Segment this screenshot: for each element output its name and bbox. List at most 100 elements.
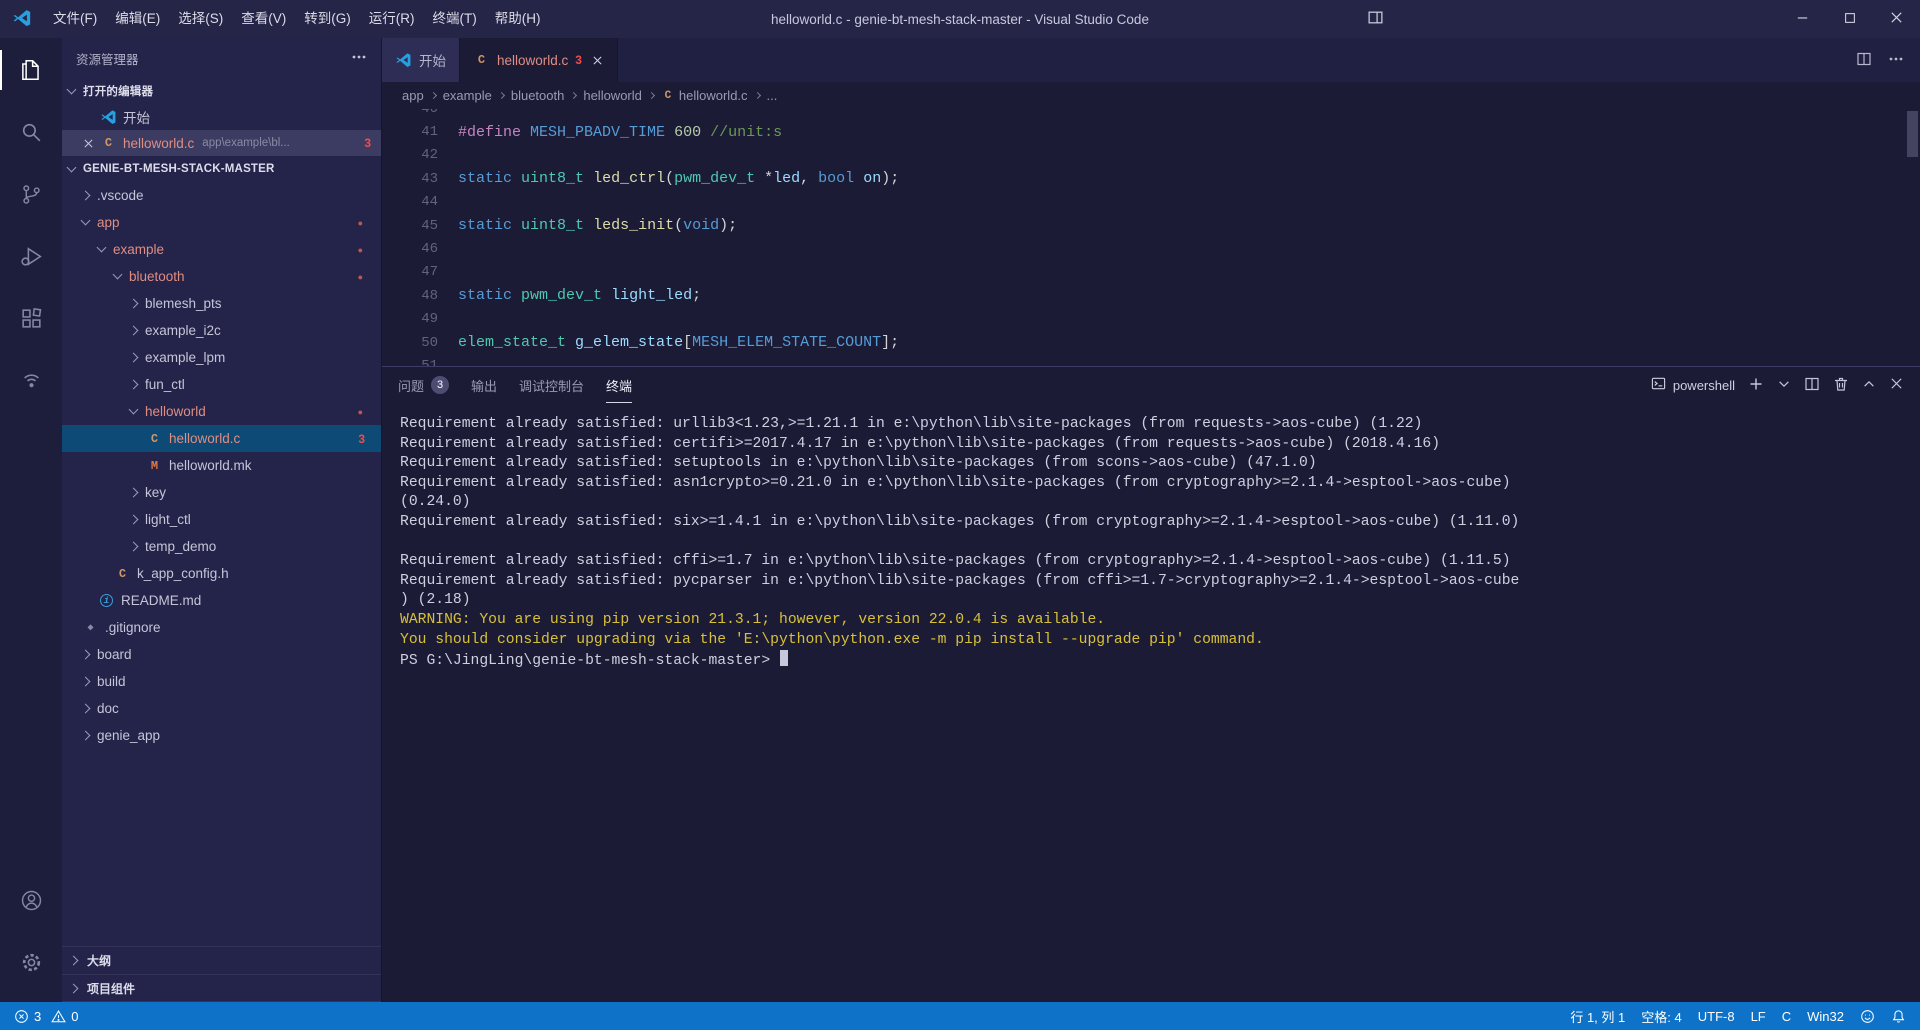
close-tab-icon[interactable] — [591, 54, 604, 67]
tree-item-helloworld-c[interactable]: Chelloworld.c3 — [62, 425, 381, 452]
status-item-空格-4[interactable]: 空格: 4 — [1633, 1007, 1689, 1026]
code-text: static pwm_dev_t light_led; — [438, 287, 701, 304]
sidebar-section-项目组件[interactable]: 项目组件 — [62, 974, 381, 1002]
tree-item-label: helloworld.mk — [169, 458, 252, 473]
tree-item-label: light_ctl — [145, 512, 191, 527]
tree-item-temp-demo[interactable]: temp_demo — [62, 533, 381, 560]
menu-选择-s[interactable]: 选择(S) — [169, 0, 232, 38]
workspace-root-header[interactable]: GENIE-BT-MESH-STACK-MASTER — [62, 156, 381, 182]
status-item-utf-8[interactable]: UTF-8 — [1690, 1009, 1743, 1024]
breadcrumb: app example bluetooth helloworld Chelloworld… — [382, 82, 1920, 109]
status-item-c[interactable]: C — [1774, 1009, 1799, 1024]
breadcrumb-item-helloworld[interactable]: helloworld — [581, 88, 644, 103]
tree-item-label: blemesh_pts — [145, 296, 222, 311]
tree-item-label: temp_demo — [145, 539, 216, 554]
close-window-button[interactable] — [1873, 0, 1920, 38]
minimize-button[interactable] — [1779, 0, 1826, 38]
code-editor[interactable]: 4041#define MESH_PBADV_TIME 600 //unit:s… — [382, 109, 1920, 366]
breadcrumb-item-example[interactable]: example — [441, 88, 494, 103]
chevron-down-icon[interactable] — [1777, 377, 1791, 394]
tree-item-genie-app[interactable]: genie_app — [62, 722, 381, 749]
account-icon[interactable] — [0, 872, 62, 928]
feedback-button[interactable] — [1852, 1009, 1883, 1024]
tree-item-light-ctl[interactable]: light_ctl — [62, 506, 381, 533]
open-editor-helloworld-c[interactable]: Chelloworld.capp\example\bl...3 — [62, 130, 381, 156]
broadcast-icon[interactable] — [0, 352, 62, 408]
breadcrumb-label: bluetooth — [511, 88, 565, 103]
menu-帮助-h[interactable]: 帮助(H) — [486, 0, 550, 38]
status-item-行-1-列-1[interactable]: 行 1, 列 1 — [1562, 1007, 1633, 1026]
menu-转到-g[interactable]: 转到(G) — [295, 0, 360, 38]
breadcrumb-item-bluetooth[interactable]: bluetooth — [509, 88, 567, 103]
source-control-icon[interactable] — [0, 166, 62, 222]
tab-开始[interactable]: 开始 — [382, 38, 460, 82]
panel-tab-问题[interactable]: 问题3 — [398, 367, 449, 403]
run-debug-icon[interactable] — [0, 228, 62, 284]
new-terminal-icon[interactable] — [1748, 376, 1764, 395]
chevron-right-icon — [129, 542, 139, 552]
panel-tab-输出[interactable]: 输出 — [471, 367, 497, 403]
tree-item-fun-ctl[interactable]: fun_ctl — [62, 371, 381, 398]
line-number: 47 — [382, 264, 438, 280]
tree-item-vscode[interactable]: .vscode — [62, 182, 381, 209]
code-text: #define MESH_PBADV_TIME 600 //unit:s — [438, 124, 782, 141]
terminal-output[interactable]: Requirement already satisfied: urllib3<1… — [382, 403, 1920, 1002]
search-icon[interactable] — [0, 104, 62, 160]
tree-item-helloworld-mk[interactable]: Mhelloworld.mk — [62, 452, 381, 479]
tree-item-example-lpm[interactable]: example_lpm — [62, 344, 381, 371]
menu-运行-r[interactable]: 运行(R) — [360, 0, 424, 38]
menu-查看-v[interactable]: 查看(V) — [232, 0, 295, 38]
breadcrumb-item-item[interactable]: ... — [765, 88, 780, 103]
open-editor-开始[interactable]: 开始 — [62, 104, 381, 130]
notifications-button[interactable] — [1883, 1009, 1914, 1024]
tree-item-readme-md[interactable]: iREADME.md — [62, 587, 381, 614]
warning-count: 0 — [71, 1009, 78, 1024]
open-editors-section-header[interactable]: 打开的编辑器 — [62, 78, 381, 104]
close-panel-icon[interactable] — [1889, 376, 1904, 394]
tree-item-bluetooth[interactable]: bluetooth● — [62, 263, 381, 290]
panel-actions: powershell — [1651, 376, 1904, 395]
tree-item-gitignore[interactable]: ◆.gitignore — [62, 614, 381, 641]
problems-status[interactable]: 3 0 — [6, 1002, 86, 1030]
terminal-shell-selector[interactable]: powershell — [1651, 376, 1735, 394]
tree-item-board[interactable]: board — [62, 641, 381, 668]
vscode-window: 文件(F)编辑(E)选择(S)查看(V)转到(G)运行(R)终端(T)帮助(H)… — [0, 0, 1920, 1030]
tree-item-build[interactable]: build — [62, 668, 381, 695]
menu-编辑-e[interactable]: 编辑(E) — [106, 0, 169, 38]
status-item-win32[interactable]: Win32 — [1799, 1009, 1852, 1024]
menu-终端-t[interactable]: 终端(T) — [424, 0, 486, 38]
breadcrumb-item-app[interactable]: app — [400, 88, 426, 103]
breadcrumb-label: app — [402, 88, 424, 103]
maximize-button[interactable] — [1826, 0, 1873, 38]
more-actions-icon[interactable] — [1888, 51, 1904, 70]
tree-item-blemesh-pts[interactable]: blemesh_pts — [62, 290, 381, 317]
more-actions-icon[interactable] — [351, 49, 367, 68]
breadcrumb-item-helloworld-c[interactable]: Chelloworld.c — [659, 87, 750, 104]
tree-item-helloworld[interactable]: helloworld● — [62, 398, 381, 425]
tree-item-app[interactable]: app● — [62, 209, 381, 236]
tab-helloworld-c[interactable]: Chelloworld.c3 — [460, 38, 618, 82]
tree-item-k-app-config-h[interactable]: Ck_app_config.h — [62, 560, 381, 587]
panel-tab-调试控制台[interactable]: 调试控制台 — [519, 367, 584, 403]
tree-item-example[interactable]: example● — [62, 236, 381, 263]
extensions-icon[interactable] — [0, 290, 62, 346]
menu-文件-f[interactable]: 文件(F) — [44, 0, 106, 38]
tree-item-label: genie_app — [97, 728, 160, 743]
status-item-lf[interactable]: LF — [1743, 1009, 1774, 1024]
close-icon[interactable] — [82, 137, 100, 150]
split-terminal-icon[interactable] — [1804, 376, 1820, 395]
panel-tab-终端[interactable]: 终端 — [606, 367, 632, 403]
tree-item-doc[interactable]: doc — [62, 695, 381, 722]
tree-item-example-i2c[interactable]: example_i2c — [62, 317, 381, 344]
split-editor-icon[interactable] — [1856, 51, 1872, 70]
kill-terminal-icon[interactable] — [1833, 376, 1849, 395]
terminal-icon — [1651, 376, 1666, 394]
layout-toggle-button[interactable] — [1355, 0, 1395, 38]
sidebar-section-大纲[interactable]: 大纲 — [62, 946, 381, 974]
settings-icon[interactable] — [0, 934, 62, 990]
maximize-panel-icon[interactable] — [1862, 377, 1876, 394]
editor-scrollbar[interactable] — [1907, 111, 1918, 157]
explorer-icon[interactable] — [0, 42, 62, 98]
tree-item-key[interactable]: key — [62, 479, 381, 506]
problems-badge: 3 — [575, 53, 582, 67]
